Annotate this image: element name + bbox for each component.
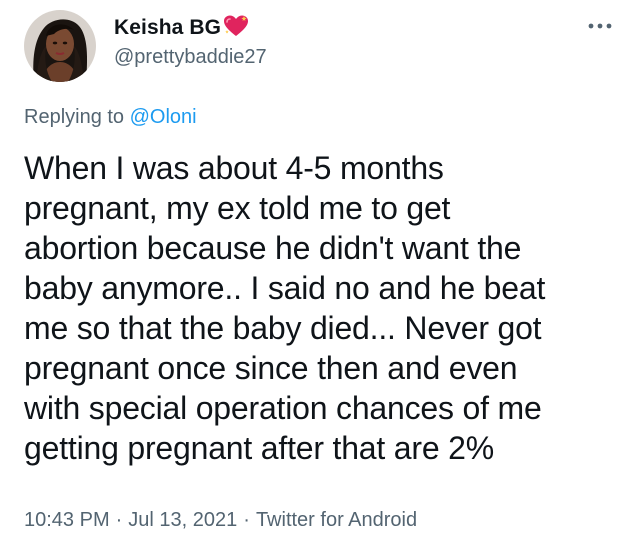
replying-to-line: Replying to @Oloni bbox=[24, 106, 197, 129]
tweet-text: When I was about 4-5 months pregnant, my… bbox=[24, 150, 546, 466]
more-horizontal-icon[interactable] bbox=[585, 16, 615, 36]
user-handle[interactable]: @prettybaddie27 bbox=[114, 46, 267, 69]
tweet-time[interactable]: 10:43 PM bbox=[24, 509, 110, 532]
meta-separator: · bbox=[243, 509, 250, 531]
display-name[interactable]: Keisha BG bbox=[114, 16, 221, 40]
sparkling-heart-icon bbox=[223, 14, 249, 38]
tweet-metadata: 10:43 PM · Jul 13, 2021 · Twitter for An… bbox=[24, 509, 417, 532]
avatar[interactable] bbox=[24, 10, 96, 82]
replying-to-label: Replying to bbox=[24, 106, 130, 128]
avatar-image bbox=[24, 10, 96, 82]
tweet-source[interactable]: Twitter for Android bbox=[256, 509, 417, 532]
reply-mention-link[interactable]: @Oloni bbox=[130, 106, 197, 128]
meta-separator: · bbox=[115, 509, 123, 531]
tweet-date[interactable]: Jul 13, 2021 bbox=[128, 509, 237, 532]
tweet-card: Keisha BG @prettybaddie27 Replying to @O… bbox=[0, 0, 640, 540]
display-name-row: Keisha BG bbox=[114, 14, 249, 42]
